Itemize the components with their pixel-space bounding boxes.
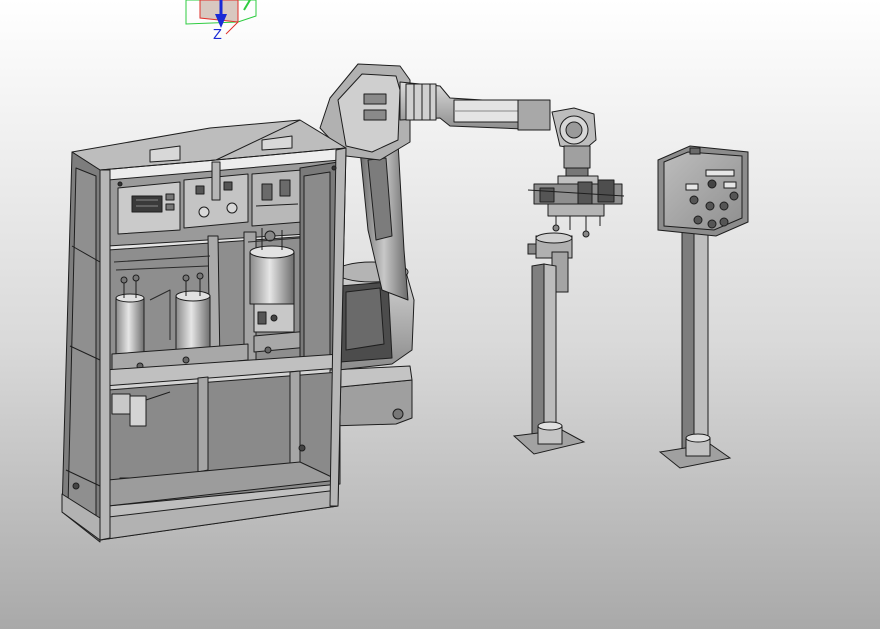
robot-wrist <box>551 107 597 179</box>
panel-button <box>689 195 699 205</box>
assembly-scene <box>61 0 749 543</box>
panel-label-plate <box>705 169 735 177</box>
valve-unit <box>111 393 131 415</box>
paint-cabinet[interactable] <box>61 119 347 543</box>
z-axis-label: Z <box>213 28 222 43</box>
cad-viewport[interactable]: Z <box>0 0 880 629</box>
end-effector-gripper <box>527 175 625 238</box>
controller-display <box>131 195 163 213</box>
nozzle-stand[interactable] <box>512 232 586 455</box>
control-panel-stand[interactable] <box>657 145 749 469</box>
panel-indicator <box>707 179 717 189</box>
robot-arm[interactable] <box>319 63 625 427</box>
cabinet-roof <box>71 119 347 171</box>
